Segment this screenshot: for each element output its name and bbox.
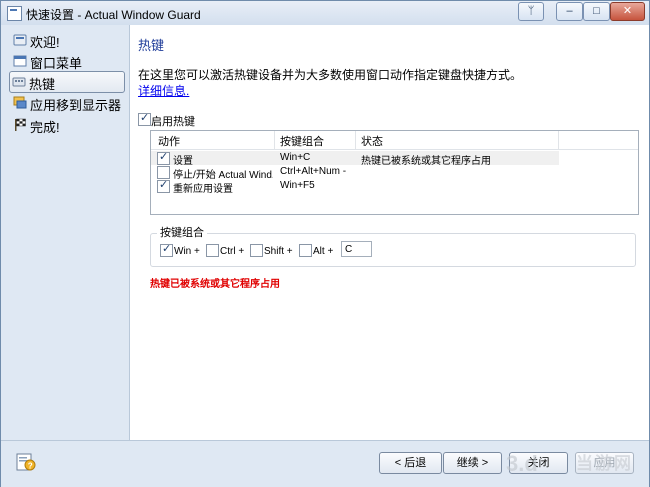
svg-text:?: ? xyxy=(28,461,33,470)
column-header-action[interactable]: 动作 xyxy=(158,133,180,149)
sidebar-item-label: 热键 xyxy=(29,77,56,92)
alt-modifier-label: Alt + xyxy=(313,246,334,257)
row-keys: Win+F5 xyxy=(280,180,315,191)
shift-modifier-label: Shift + xyxy=(264,246,293,257)
key-input[interactable]: C xyxy=(341,241,372,257)
next-button[interactable]: 继续 > xyxy=(443,452,502,474)
svg-text:3.d: 3.d xyxy=(506,451,538,476)
sidebar-item-label: 完成! xyxy=(30,120,60,135)
ctrl-modifier-checkbox[interactable] xyxy=(206,244,219,257)
main-content: 热键 在这里您可以激活热键设备并为大多数使用窗口动作指定键盘快捷方式。 详细信息… xyxy=(130,25,649,440)
close-window-button[interactable]: ✕ xyxy=(610,2,645,21)
sidebar-item-finish[interactable]: 完成! xyxy=(11,115,123,135)
ctrl-modifier-label: Ctrl + xyxy=(220,246,245,257)
monitor-icon xyxy=(13,96,27,109)
win-modifier-checkbox[interactable] xyxy=(160,242,173,257)
shift-modifier-checkbox[interactable] xyxy=(250,244,263,257)
back-button[interactable]: < 后退 xyxy=(379,452,442,474)
title-bar[interactable]: 快速设置 - Actual Window Guard ᛘ – □ ✕ xyxy=(1,1,649,25)
sidebar-item-welcome[interactable]: 欢迎! xyxy=(11,30,123,50)
intro-text: 在这里您可以激活热键设备并为大多数使用窗口动作指定键盘快捷方式。 xyxy=(138,68,523,82)
details-link[interactable]: 详细信息. xyxy=(138,82,189,99)
app-icon xyxy=(7,6,22,21)
enable-hotkeys-label: 启用热键 xyxy=(151,116,195,128)
column-divider[interactable] xyxy=(355,131,356,149)
sidebar-item-label: 欢迎! xyxy=(30,35,60,50)
hotkey-icon xyxy=(12,77,26,87)
column-divider[interactable] xyxy=(558,131,559,149)
table-row[interactable]: 重新应用设置 Win+F5 xyxy=(151,178,559,195)
pin-button[interactable]: ᛘ xyxy=(518,2,544,21)
watermark-logo-icon: 3.d xyxy=(506,451,538,476)
watermark-text: 当游网 xyxy=(576,454,633,473)
sidebar-item-window-menu[interactable]: 窗口菜单 xyxy=(11,51,123,71)
window-menu-icon xyxy=(13,55,27,67)
error-message: 热键已被系统或其它程序占用 xyxy=(150,279,280,290)
column-divider[interactable] xyxy=(274,131,275,149)
key-combo-title: 按键组合 xyxy=(157,224,207,240)
sidebar-item-label: 应用移到显示器 xyxy=(30,98,122,113)
help-icon[interactable]: ? xyxy=(16,452,36,472)
sidebar-nav: 欢迎! 窗口菜单 热键 应用移到显示器 完成! xyxy=(1,25,130,440)
maximize-button[interactable]: □ xyxy=(583,2,610,21)
sidebar-item-label: 窗口菜单 xyxy=(30,56,83,71)
win-modifier-label: Win + xyxy=(174,246,200,257)
row-action: 重新应用设置 xyxy=(173,184,233,195)
minimize-button[interactable]: – xyxy=(556,2,583,21)
welcome-icon xyxy=(13,34,27,46)
table-row[interactable]: 设置 Win+C 热键已被系统或其它程序占用 xyxy=(151,150,559,167)
app-window: 快速设置 - Actual Window Guard ᛘ – □ ✕ 欢迎! 窗… xyxy=(0,0,650,487)
column-header-keys[interactable]: 按键组合 xyxy=(280,133,324,149)
table-row[interactable]: 停止/开始 Actual Wind... Ctrl+Alt+Num - xyxy=(151,165,559,181)
enable-hotkeys-checkbox[interactable] xyxy=(138,111,151,126)
sidebar-item-hotkeys[interactable]: 热键 xyxy=(9,71,125,93)
column-header-status[interactable]: 状态 xyxy=(361,133,383,149)
row-keys: Win+C xyxy=(280,152,311,163)
hotkey-table[interactable]: 动作 按键组合 状态 设置 Win+C 热键已被系统或其它程序占用 停止/开始 … xyxy=(150,130,639,215)
sidebar-item-move-to-monitor[interactable]: 应用移到显示器 xyxy=(11,93,123,113)
finish-flag-icon xyxy=(15,118,26,131)
page-title: 热键 xyxy=(138,38,165,53)
row-checkbox[interactable] xyxy=(157,150,170,165)
table-header: 动作 按键组合 状态 xyxy=(151,131,638,150)
row-checkbox[interactable] xyxy=(157,178,170,193)
row-keys: Ctrl+Alt+Num - xyxy=(280,166,347,177)
alt-modifier-checkbox[interactable] xyxy=(299,244,312,257)
watermark: 3.d 当游网 xyxy=(504,443,646,483)
window-title: 快速设置 - Actual Window Guard xyxy=(26,8,201,22)
